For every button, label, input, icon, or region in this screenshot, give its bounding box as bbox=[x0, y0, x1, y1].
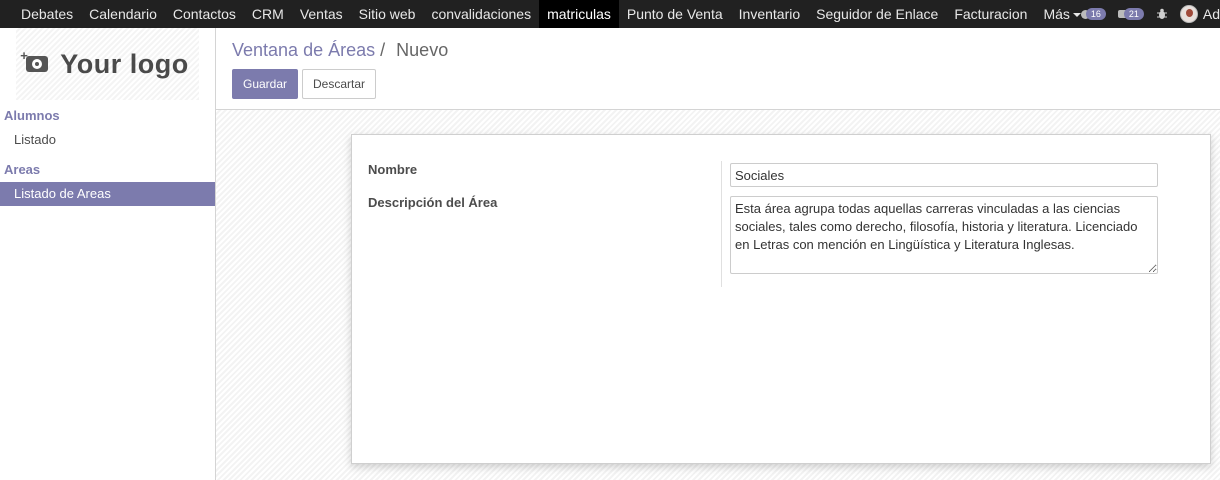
more-menu-label: Más bbox=[1043, 6, 1070, 22]
menu-item-crm[interactable]: CRM bbox=[244, 0, 292, 28]
user-name: Ad bbox=[1202, 6, 1220, 22]
breadcrumb-separator: / bbox=[380, 40, 386, 60]
systray: 16 21 Ad bbox=[1080, 0, 1220, 28]
column-divider bbox=[721, 161, 722, 287]
sidebar-section-alumnos: Alumnos bbox=[4, 108, 60, 123]
descripcion-label: Descripción del Área bbox=[368, 195, 498, 210]
messages-button[interactable]: 21 bbox=[1117, 8, 1144, 20]
menu-item-calendario[interactable]: Calendario bbox=[81, 0, 165, 28]
menu-item-ventas[interactable]: Ventas bbox=[292, 0, 351, 28]
menu-item-contactos[interactable]: Contactos bbox=[165, 0, 244, 28]
menu-item-debates[interactable]: Debates bbox=[13, 0, 81, 28]
activities-badge: 16 bbox=[1085, 8, 1106, 20]
menu-item-sitio-web[interactable]: Sitio web bbox=[351, 0, 424, 28]
menu-item-punto-de-venta[interactable]: Punto de Venta bbox=[619, 0, 731, 28]
messages-badge: 21 bbox=[1123, 8, 1144, 20]
breadcrumb: Ventana de Áreas / Nuevo bbox=[232, 40, 448, 61]
nombre-label: Nombre bbox=[368, 162, 418, 177]
menu-item-seguidor-de-enlace[interactable]: Seguidor de Enlace bbox=[808, 0, 946, 28]
caret-down-icon bbox=[1072, 13, 1081, 17]
discard-button[interactable]: Descartar bbox=[302, 69, 376, 99]
menu-item-convalidaciones[interactable]: convalidaciones bbox=[423, 0, 539, 28]
debug-button[interactable] bbox=[1156, 8, 1168, 20]
descripcion-field[interactable]: Esta área agrupa todas aquellas carreras… bbox=[730, 196, 1158, 274]
sidebar-section-areas: Areas bbox=[4, 162, 41, 177]
menu-item-inventario[interactable]: Inventario bbox=[731, 0, 808, 28]
activities-button[interactable]: 16 bbox=[1080, 8, 1106, 20]
main-navbar: Debates Calendario Contactos CRM Ventas … bbox=[0, 0, 1220, 28]
menu-item-matriculas[interactable]: matriculas bbox=[539, 0, 619, 28]
app-menu: Debates Calendario Contactos CRM Ventas … bbox=[0, 0, 1089, 28]
breadcrumb-parent-link[interactable]: Ventana de Áreas bbox=[232, 40, 375, 60]
form-view: Nombre Descripción del Área Esta área ag… bbox=[216, 110, 1220, 480]
control-panel: Ventana de Áreas / Nuevo Guardar Descart… bbox=[216, 28, 1220, 110]
logo-text: Your logo bbox=[60, 48, 189, 79]
camera-icon: + bbox=[20, 48, 49, 72]
breadcrumb-current: Nuevo bbox=[396, 40, 449, 60]
bug-icon bbox=[1156, 8, 1167, 19]
user-menu[interactable]: Ad bbox=[1179, 5, 1220, 23]
form-sheet: Nombre Descripción del Área Esta área ag… bbox=[351, 134, 1211, 464]
company-logo[interactable]: + Your logo bbox=[16, 28, 199, 100]
sidebar-item-listado-de-areas[interactable]: Listado de Areas bbox=[0, 182, 215, 206]
nombre-field[interactable] bbox=[730, 163, 1158, 187]
menu-item-facturacion[interactable]: Facturacion bbox=[946, 0, 1035, 28]
sidebar: + Your logo Alumnos Listado Areas Listad… bbox=[0, 28, 216, 480]
sidebar-item-listado[interactable]: Listado bbox=[0, 128, 215, 152]
save-button[interactable]: Guardar bbox=[232, 69, 298, 99]
avatar bbox=[1179, 5, 1198, 23]
